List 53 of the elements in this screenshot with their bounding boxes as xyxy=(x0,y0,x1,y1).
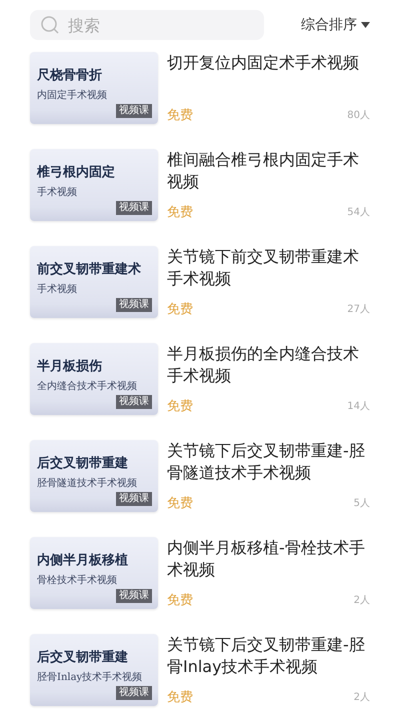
thumbnail-title: 内侧半月板移植 xyxy=(37,552,128,569)
course-title[interactable]: 关节镜下后交叉韧带重建-胫骨隧道技术手术视频 xyxy=(167,440,370,484)
thumbnail-title: 半月板损伤 xyxy=(37,358,103,375)
course-thumbnail[interactable]: 后交叉韧带重建 胫骨Inlay技术手术视频 视频课 xyxy=(30,634,158,706)
course-price: 免费 xyxy=(167,495,193,512)
search-icon xyxy=(40,15,60,35)
video-course-badge: 视频课 xyxy=(116,201,152,215)
thumbnail-subtitle: 骨栓技术手术视频 xyxy=(37,574,118,587)
course-price: 免费 xyxy=(167,689,193,706)
caret-icon xyxy=(361,22,370,28)
thumbnail-title: 尺桡骨骨折 xyxy=(37,67,103,84)
video-course-badge: 视频课 xyxy=(116,104,152,118)
search-field[interactable]: 搜索 xyxy=(30,10,264,40)
video-course-badge: 视频课 xyxy=(116,395,152,409)
course-price: 免费 xyxy=(167,301,193,318)
course-thumbnail[interactable]: 尺桡骨骨折 内固定手术视频 视频课 xyxy=(30,52,158,124)
enrolled-count: 5人 xyxy=(354,497,370,510)
thumbnail-subtitle: 内固定手术视频 xyxy=(37,88,107,102)
course-price: 免费 xyxy=(167,592,193,609)
thumbnail-subtitle: 全内缝合技术手术视频 xyxy=(37,380,137,393)
thumbnail-subtitle: 胫骨Inlay技术手术视频 xyxy=(37,670,142,684)
thumbnail-subtitle: 手术视频 xyxy=(37,282,78,296)
thumbnail-title: 椎弓根内固定 xyxy=(37,164,115,181)
course-thumbnail[interactable]: 椎弓根内固定 手术视频 视频课 xyxy=(30,149,158,221)
course-title[interactable]: 半月板损伤的全内缝合技术手术视频 xyxy=(167,343,370,387)
course-price: 免费 xyxy=(167,204,193,221)
thumbnail-title: 后交叉韧带重建 xyxy=(37,648,129,666)
course-title[interactable]: 内侧半月板移植-骨栓技术手术视频 xyxy=(167,537,370,581)
course-price: 免费 xyxy=(167,107,193,124)
course-title[interactable]: 椎间融合椎弓根内固定手术视频 xyxy=(167,149,370,193)
enrolled-count: 14人 xyxy=(347,400,370,413)
course-thumbnail[interactable]: 前交叉韧带重建术 手术视频 视频课 xyxy=(30,246,158,318)
course-thumbnail[interactable]: 后交叉韧带重建 胫骨隧道技术手术视频 视频课 xyxy=(30,440,158,512)
thumbnail-subtitle: 手术视频 xyxy=(37,186,78,199)
course-title[interactable]: 关节镜下后交叉韧带重建-胫骨Inlay技术手术视频 xyxy=(167,634,370,678)
thumbnail-subtitle: 胫骨隧道技术手术视频 xyxy=(37,476,137,490)
course-thumbnail[interactable]: 内侧半月板移植 骨栓技术手术视频 视频课 xyxy=(30,537,158,609)
video-course-badge: 视频课 xyxy=(116,686,152,700)
enrolled-count: 2人 xyxy=(354,594,370,607)
course-title[interactable]: 关节镜下前交叉韧带重建术手术视频 xyxy=(167,246,370,290)
video-course-badge: 视频课 xyxy=(116,589,152,603)
thumbnail-title: 前交叉韧带重建术 xyxy=(37,260,141,278)
enrolled-count: 54人 xyxy=(347,206,370,219)
course-title[interactable]: 切开复位内固定术手术视频 xyxy=(167,52,370,74)
enrolled-count: 2人 xyxy=(354,691,370,704)
course-price: 免费 xyxy=(167,398,193,415)
sort-dropdown[interactable]: 综合排序 xyxy=(301,16,370,34)
thumbnail-title: 后交叉韧带重建 xyxy=(37,454,129,472)
video-course-badge: 视频课 xyxy=(116,492,152,506)
course-thumbnail[interactable]: 半月板损伤 全内缝合技术手术视频 视频课 xyxy=(30,343,158,415)
enrolled-count: 27人 xyxy=(347,303,370,316)
enrolled-count: 80人 xyxy=(347,109,370,122)
video-course-badge: 视频课 xyxy=(116,298,152,312)
